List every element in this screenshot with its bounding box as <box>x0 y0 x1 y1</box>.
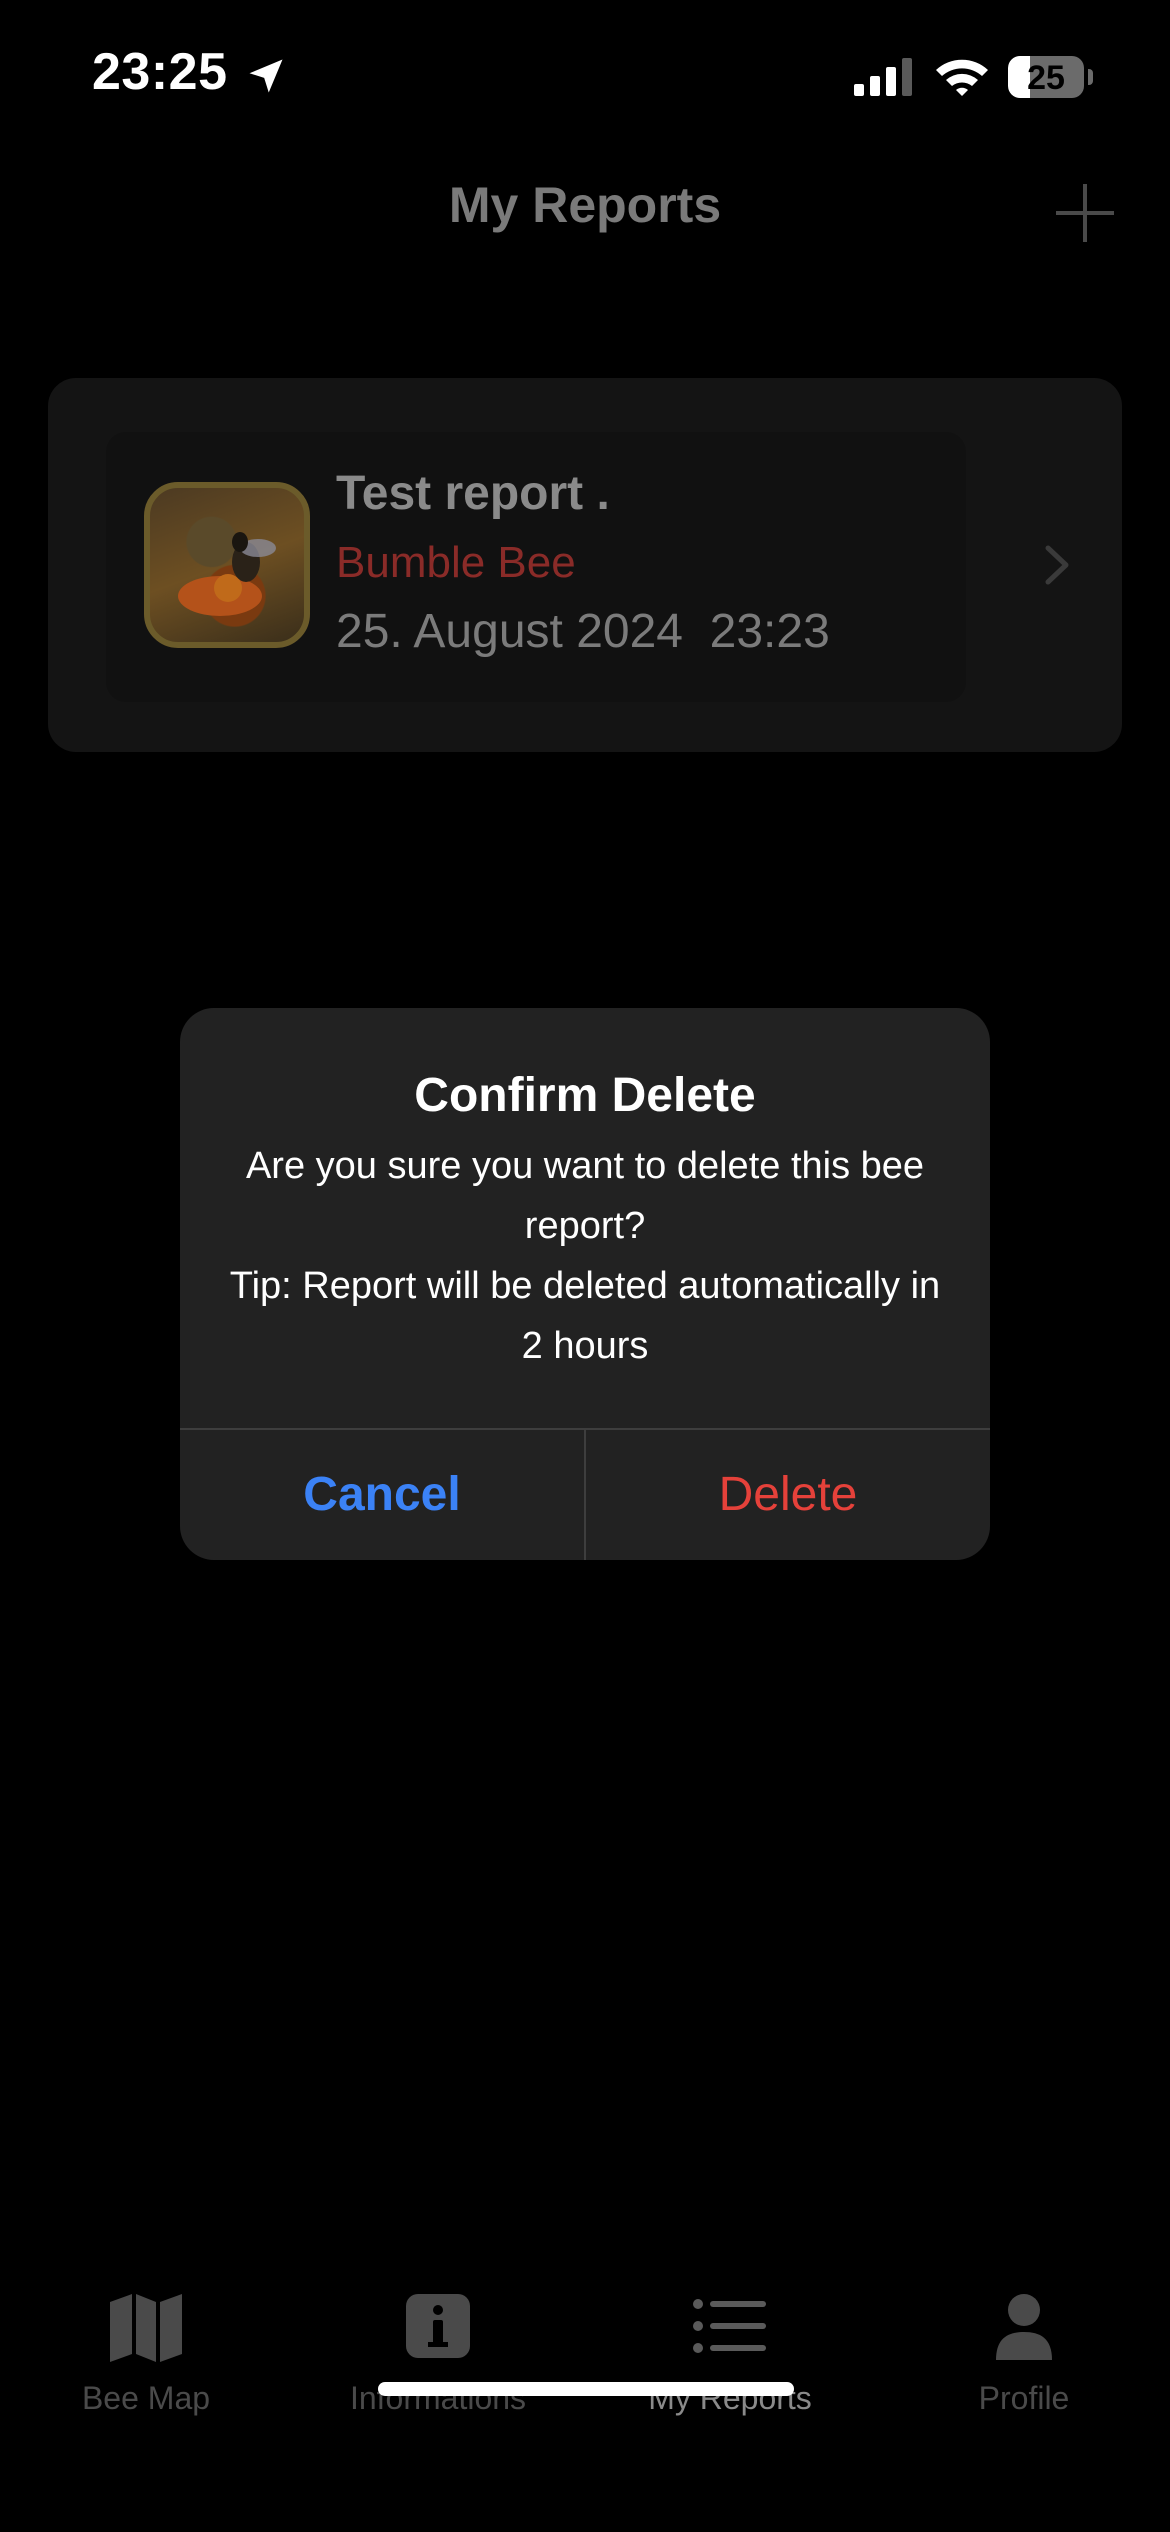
tab-label-bee-map: Bee Map <box>81 2380 211 2416</box>
dialog-title: Confirm Delete <box>414 1069 756 1122</box>
dialog-message-line2: Tip: Report will be deleted automaticall… <box>229 1265 941 1367</box>
add-report-button[interactable] <box>1052 180 1118 246</box>
tab-my-reports[interactable]: My Reports <box>610 2290 850 2430</box>
battery-level: 25 <box>1027 59 1065 97</box>
tab-profile[interactable]: Profile <box>904 2290 1144 2430</box>
tab-label-profile: Profile <box>978 2380 1070 2416</box>
list-icon <box>693 2299 766 2353</box>
report-date: 25. August 2024 23:23 <box>336 605 830 658</box>
cancel-button[interactable]: Cancel <box>180 1430 584 1560</box>
bee-photo-thumbnail <box>144 482 310 648</box>
tab-informations[interactable]: Informations <box>318 2290 558 2430</box>
info-icon <box>406 2294 470 2358</box>
delete-button[interactable]: Delete <box>586 1430 990 1560</box>
status-bar: 23:25 25 <box>0 0 1170 150</box>
report-species: Bumble Bee <box>336 538 576 587</box>
plus-icon <box>1056 184 1114 242</box>
status-time: 23:25 <box>92 43 228 101</box>
page-title: My Reports <box>448 177 722 233</box>
map-icon <box>110 2294 182 2362</box>
dialog-message: Are you sure you want to delete this bee… <box>220 1136 950 1376</box>
confirm-delete-dialog: Confirm Delete Are you sure you want to … <box>180 1008 990 1560</box>
person-icon <box>996 2294 1052 2360</box>
tab-bee-map[interactable]: Bee Map <box>26 2290 266 2430</box>
cellular-signal-icon <box>854 58 912 96</box>
report-title: Test report . <box>336 467 610 520</box>
wifi-icon <box>936 59 988 96</box>
dialog-message-line1: Are you sure you want to delete this bee… <box>245 1145 925 1247</box>
home-indicator[interactable] <box>378 2382 794 2396</box>
location-arrow-icon <box>249 59 283 93</box>
battery-icon: 25 <box>1008 56 1093 98</box>
chevron-right-icon <box>1045 545 1069 585</box>
